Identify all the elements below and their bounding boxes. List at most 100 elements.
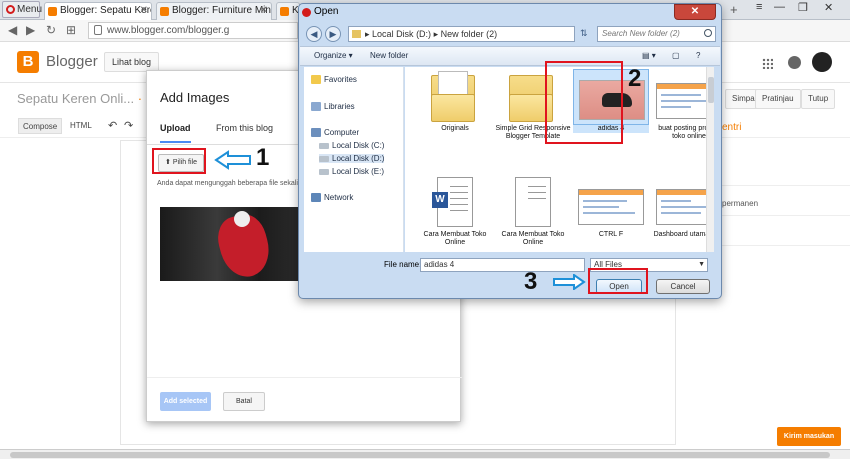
- dialog-navigation-bar: ◀ ▶ ▸ Local Disk (D:) ▸ New folder (2) ⇅…: [304, 24, 717, 44]
- arrow-left-icon: [214, 150, 251, 170]
- screenshot-thumbnail: [656, 189, 713, 225]
- post-title[interactable]: Sepatu Keren Onli... · En: [17, 91, 162, 106]
- view-options-icon[interactable]: ▤ ▾: [642, 51, 656, 60]
- cancel-button[interactable]: Cancel: [656, 279, 710, 294]
- minimize-icon[interactable]: —: [774, 1, 785, 13]
- open-file-dialog: Open ✕ ◀ ▶ ▸ Local Disk (D:) ▸ New folde…: [298, 3, 722, 299]
- screenshot-thumbnail: [656, 83, 713, 119]
- close-tab-icon[interactable]: ✕: [140, 3, 148, 19]
- arrow-right-icon: [553, 274, 586, 290]
- upload-hint: Anda dapat mengunggah beberapa file seka…: [157, 180, 306, 187]
- compose-mode-button[interactable]: Compose: [18, 118, 63, 134]
- back-icon[interactable]: ◀: [306, 26, 322, 42]
- tab-menu-icon[interactable]: ≡: [756, 1, 762, 13]
- screenshot-thumbnail: [578, 189, 644, 225]
- preview-pane-icon[interactable]: ▢: [672, 51, 680, 60]
- nav-item-disk-d[interactable]: Local Disk (D:): [319, 154, 385, 163]
- refresh-icon[interactable]: ⇅: [580, 28, 588, 39]
- apps-grid-icon[interactable]: [762, 58, 773, 69]
- sidebar-permanen-label[interactable]: permanen: [722, 199, 758, 208]
- html-mode-button[interactable]: HTML: [66, 118, 96, 134]
- avatar[interactable]: [812, 52, 832, 72]
- nav-item-computer[interactable]: Computer: [311, 128, 359, 137]
- maximize-icon[interactable]: ❐: [798, 1, 808, 14]
- browser-tab[interactable]: Blogger: Sepatu Keren O ✕: [44, 2, 152, 20]
- forward-icon[interactable]: ▶: [325, 26, 341, 42]
- sidebar-entri-label[interactable]: entri: [722, 122, 741, 133]
- file-name-label: File name:: [384, 260, 422, 269]
- tab-from-this-blog[interactable]: From this blog: [216, 123, 273, 133]
- notifications-icon[interactable]: [788, 56, 801, 69]
- url-input[interactable]: www.blogger.com/blogger.g: [88, 22, 298, 39]
- file-name: buat posting produk toko online: [658, 125, 713, 140]
- search-icon: [704, 29, 712, 37]
- file-name: Originals: [441, 125, 469, 132]
- preview-button[interactable]: Pratinjau: [755, 89, 801, 109]
- highlight-box-choose-file: [152, 148, 206, 174]
- network-icon: [311, 193, 321, 202]
- close-post-button[interactable]: Tutup: [801, 89, 836, 109]
- blogger-brand[interactable]: Blogger: [46, 53, 98, 70]
- folder-icon: [431, 71, 475, 122]
- file-item-document[interactable]: Cara Membuat Toko Online: [495, 175, 571, 247]
- blogger-logo-icon[interactable]: B: [17, 51, 39, 73]
- file-list-scrollbar[interactable]: [706, 67, 714, 252]
- browser-menu-button[interactable]: Menu: [2, 1, 42, 18]
- nav-item-libraries[interactable]: Libraries: [311, 102, 355, 111]
- add-selected-button[interactable]: Add selected: [160, 392, 211, 411]
- file-name-input[interactable]: adidas 4: [420, 258, 585, 272]
- organize-menu[interactable]: Organize ▾: [314, 51, 353, 60]
- close-tab-icon[interactable]: ✕: [260, 3, 268, 19]
- file-name: CTRL F: [598, 231, 624, 238]
- tab-upload[interactable]: Upload: [160, 123, 191, 143]
- file-item-folder[interactable]: Originals: [417, 69, 493, 133]
- browser-tab[interactable]: Ku: [276, 2, 300, 20]
- reload-icon[interactable]: ↻: [46, 23, 56, 37]
- close-window-icon[interactable]: ✕: [824, 1, 833, 14]
- dialog-bottom-bar: File name: adidas 4 All Files ▼ Open Can…: [300, 254, 720, 298]
- browser-tab[interactable]: Blogger: Furniture Minim ✕: [156, 2, 272, 20]
- add-images-title: Add Images: [160, 90, 230, 105]
- feedback-button[interactable]: Kirim masukan: [777, 427, 841, 446]
- file-item-document[interactable]: W Cara Membuat Toko Online: [417, 175, 493, 247]
- chevron-down-icon: ▼: [698, 261, 705, 268]
- shoe-highlight: [234, 211, 250, 227]
- forward-icon[interactable]: ▶: [26, 23, 35, 37]
- uploaded-image-thumbnail[interactable]: [160, 207, 302, 281]
- highlight-box-selected-image: [545, 61, 623, 144]
- cancel-button[interactable]: Batal: [223, 392, 265, 411]
- new-folder-button[interactable]: New folder: [370, 51, 408, 60]
- breadcrumb-item[interactable]: Local Disk (D:): [372, 29, 431, 39]
- file-name: Dashboard utama toko: [653, 231, 713, 238]
- dialog-footer-divider: [147, 377, 462, 378]
- file-item-image[interactable]: Dashboard utama toko: [651, 175, 713, 239]
- lock-icon: [94, 25, 102, 35]
- nav-item-disk-e[interactable]: Local Disk (E:): [319, 167, 384, 176]
- nav-item-favorites[interactable]: Favorites: [311, 75, 357, 84]
- breadcrumb-item[interactable]: New folder (2): [441, 29, 498, 39]
- blogger-favicon-icon: [160, 7, 169, 16]
- help-icon[interactable]: ?: [696, 51, 700, 60]
- annotation-number-2: 2: [628, 65, 642, 92]
- file-item-image[interactable]: CTRL F: [573, 175, 649, 239]
- search-input[interactable]: Search New folder (2): [597, 26, 716, 42]
- disk-icon: [319, 169, 329, 175]
- file-item-image[interactable]: buat posting produk toko online: [651, 69, 713, 141]
- annotation-number-3: 3: [524, 268, 538, 295]
- redo-icon[interactable]: ↷: [120, 118, 137, 134]
- nav-item-network[interactable]: Network: [311, 193, 353, 202]
- view-blog-button[interactable]: Lihat blog: [104, 52, 160, 72]
- back-icon[interactable]: ◀: [8, 23, 17, 37]
- word-document-icon: W: [432, 177, 473, 227]
- speed-dial-icon[interactable]: ⊞: [66, 23, 76, 37]
- close-dialog-button[interactable]: ✕: [674, 4, 716, 20]
- horizontal-scrollbar[interactable]: [0, 449, 850, 459]
- browser-tab-label: Blogger: Furniture Minim: [172, 5, 272, 16]
- folder-icon: [352, 30, 361, 38]
- disk-icon: [319, 143, 329, 149]
- nav-item-disk-c[interactable]: Local Disk (C:): [319, 141, 384, 150]
- new-tab-icon[interactable]: +: [730, 3, 738, 17]
- opera-logo-icon: [302, 8, 311, 17]
- path-breadcrumb[interactable]: ▸ Local Disk (D:) ▸ New folder (2): [348, 26, 575, 42]
- undo-icon[interactable]: ↶: [104, 118, 121, 134]
